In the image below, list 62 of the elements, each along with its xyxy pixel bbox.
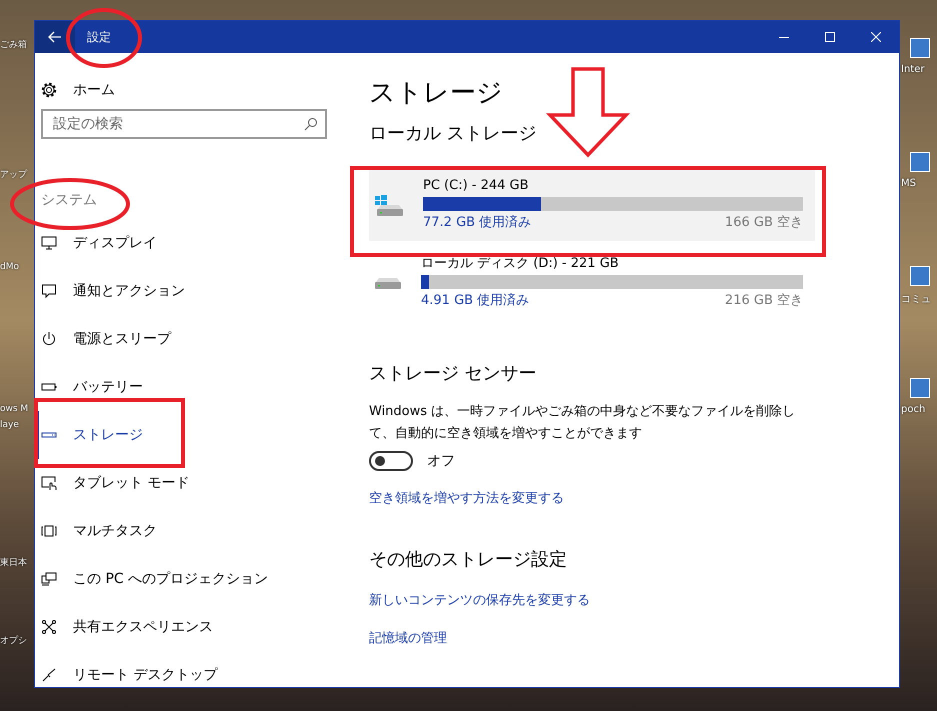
nav-item[interactable]: ストレージ — [35, 411, 351, 459]
power-icon — [41, 331, 57, 347]
shortcut-icon[interactable] — [910, 266, 930, 286]
used-space: 4.91 GB 使用済み — [421, 292, 530, 310]
nav-item[interactable]: バッテリー — [35, 363, 351, 411]
window-title: 設定 — [87, 28, 111, 46]
drive-icon — [375, 194, 403, 216]
desktop-icon-label[interactable]: dMo — [0, 262, 33, 272]
desktop-icon-label[interactable]: アップ — [0, 168, 33, 181]
settings-link[interactable]: 空き領域を増やす方法を変更する — [369, 489, 564, 507]
drive-name: PC (C:) - 244 GB — [423, 177, 530, 195]
nav-item[interactable]: この PC へのプロジェクション — [35, 555, 351, 603]
page-title: ストレージ — [369, 77, 503, 110]
projection-icon — [41, 571, 57, 587]
maximize-icon — [825, 32, 835, 42]
desktop-icon-label[interactable]: MS — [901, 178, 916, 189]
free-space: 166 GB 空き — [724, 214, 803, 232]
toggle-label: オフ — [427, 452, 455, 470]
desktop-icon-label[interactable]: Inter — [901, 64, 924, 75]
desktop-icon-label[interactable]: 東日本 — [0, 556, 33, 569]
desktop-icon-label[interactable]: ごみ箱 — [0, 38, 33, 51]
home-nav-item[interactable]: ホーム — [35, 81, 351, 99]
search-icon — [304, 117, 318, 131]
nav-item[interactable]: リモート デスクトップ — [35, 651, 351, 687]
drive-name: ローカル ディスク (D:) - 221 GB — [421, 255, 620, 273]
notifications-icon — [41, 283, 57, 299]
nav-item[interactable]: ディスプレイ — [35, 219, 351, 267]
desktop-icon-label[interactable]: ows M — [0, 404, 33, 414]
display-icon — [41, 235, 57, 251]
nav-item[interactable]: マルチタスク — [35, 507, 351, 555]
section-heading: ローカル ストレージ — [369, 122, 537, 146]
settings-link[interactable]: 記憶域の管理 — [369, 629, 447, 647]
toggle-switch[interactable] — [369, 451, 413, 471]
shortcut-icon[interactable] — [910, 38, 930, 58]
shortcut-icon[interactable] — [910, 378, 930, 398]
desktop-icon-label[interactable]: poch — [901, 404, 926, 415]
remote-icon — [41, 667, 57, 683]
shared-icon — [41, 619, 57, 635]
section-heading: その他のストレージ設定 — [369, 548, 567, 572]
settings-link[interactable]: 新しいコンテンツの保存先を変更する — [369, 591, 590, 609]
multitask-icon — [41, 523, 57, 539]
shortcut-icon[interactable] — [910, 152, 930, 172]
nav-item[interactable]: 電源とスリープ — [35, 315, 351, 363]
used-space: 77.2 GB 使用済み — [423, 214, 532, 232]
back-arrow-icon — [48, 31, 62, 43]
free-space: 216 GB 空き — [724, 292, 803, 310]
section-heading: システム — [41, 191, 98, 209]
desktop-icon-label[interactable]: laye — [0, 420, 33, 430]
drive-item[interactable]: PC (C:) - 244 GB 77.2 GB 使用済み 166 GB 空き — [369, 169, 815, 241]
minimize-icon — [779, 36, 789, 38]
nav-item[interactable]: 共有エクスペリエンス — [35, 603, 351, 651]
drive-item[interactable]: ローカル ディスク (D:) - 221 GB 4.91 GB 使用済み 216 GB 空き — [369, 247, 815, 319]
nav-item[interactable]: タブレット モード — [35, 459, 351, 507]
description-text: Windows は、一時ファイルやごみ箱の中身など不要なファイルを削除して、自動的に空き領域を増やすことができます — [369, 403, 796, 443]
nav-item[interactable]: 通知とアクション — [35, 267, 351, 315]
gear-icon — [41, 82, 57, 98]
section-heading: ストレージ センサー — [369, 362, 537, 386]
desktop-icon-label[interactable]: オプシ — [0, 634, 33, 647]
search-field[interactable]: 設定の検索 — [41, 109, 327, 139]
tablet-icon — [41, 475, 57, 491]
close-icon — [871, 32, 881, 42]
drive-icon — [375, 278, 401, 288]
